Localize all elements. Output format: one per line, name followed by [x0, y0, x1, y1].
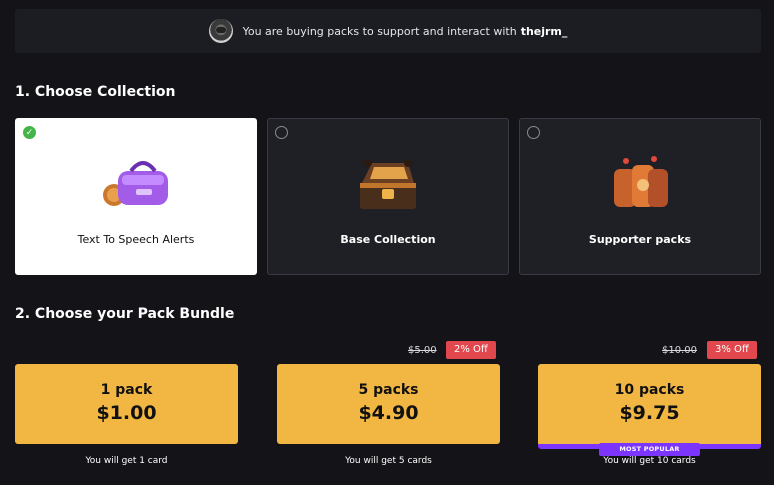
collection-label: Supporter packs — [588, 233, 692, 246]
collection-card-tts[interactable]: ✓ Text To Speech Alerts — [15, 118, 257, 275]
collection-label: Base Collection — [340, 233, 436, 246]
bundle-price: $1.00 — [96, 402, 157, 424]
bundle-note: You will get 5 cards — [345, 456, 432, 466]
support-banner: You are buying packs to support and inte… — [15, 9, 761, 53]
discount-badge: 3% Off — [707, 341, 757, 359]
bundle-note: You will get 10 cards — [603, 456, 696, 466]
bundle-5-packs[interactable]: 5 packs $4.90 — [277, 364, 500, 444]
choose-collection-heading: 1. Choose Collection — [15, 84, 176, 100]
choose-bundle-heading: 2. Choose your Pack Bundle — [15, 306, 235, 322]
bundle-count: 10 packs — [614, 382, 685, 398]
duffel-bag-icon — [103, 161, 168, 206]
old-price: $10.00 — [662, 345, 697, 356]
bundle-count: 1 pack — [100, 382, 153, 398]
discount-badge: 2% Off — [446, 341, 496, 359]
bundle-10-packs[interactable]: 10 packs $9.75 MOST POPULAR — [538, 364, 761, 456]
collection-card-supporter[interactable]: Supporter packs — [519, 118, 761, 275]
check-icon: ✓ — [23, 126, 36, 139]
card-packs-icon — [614, 156, 668, 207]
bundle-price: $4.90 — [358, 402, 419, 424]
collection-label: Text To Speech Alerts — [77, 233, 195, 246]
old-price: $5.00 — [408, 345, 437, 356]
collection-card-base[interactable]: Base Collection — [267, 118, 509, 275]
treasure-chest-icon — [360, 159, 416, 209]
creator-name[interactable]: thejrm_ — [521, 25, 568, 38]
banner-text: You are buying packs to support and inte… — [242, 24, 517, 38]
most-popular-badge: MOST POPULAR — [599, 443, 700, 456]
radio-icon — [527, 126, 540, 139]
bundle-note: You will get 1 card — [85, 456, 168, 466]
creator-avatar — [208, 19, 233, 43]
bundle-1-pack[interactable]: 1 pack $1.00 — [15, 364, 238, 444]
bundle-count: 5 packs — [358, 382, 419, 398]
radio-icon — [275, 126, 288, 139]
bundle-price: $9.75 — [619, 402, 680, 424]
